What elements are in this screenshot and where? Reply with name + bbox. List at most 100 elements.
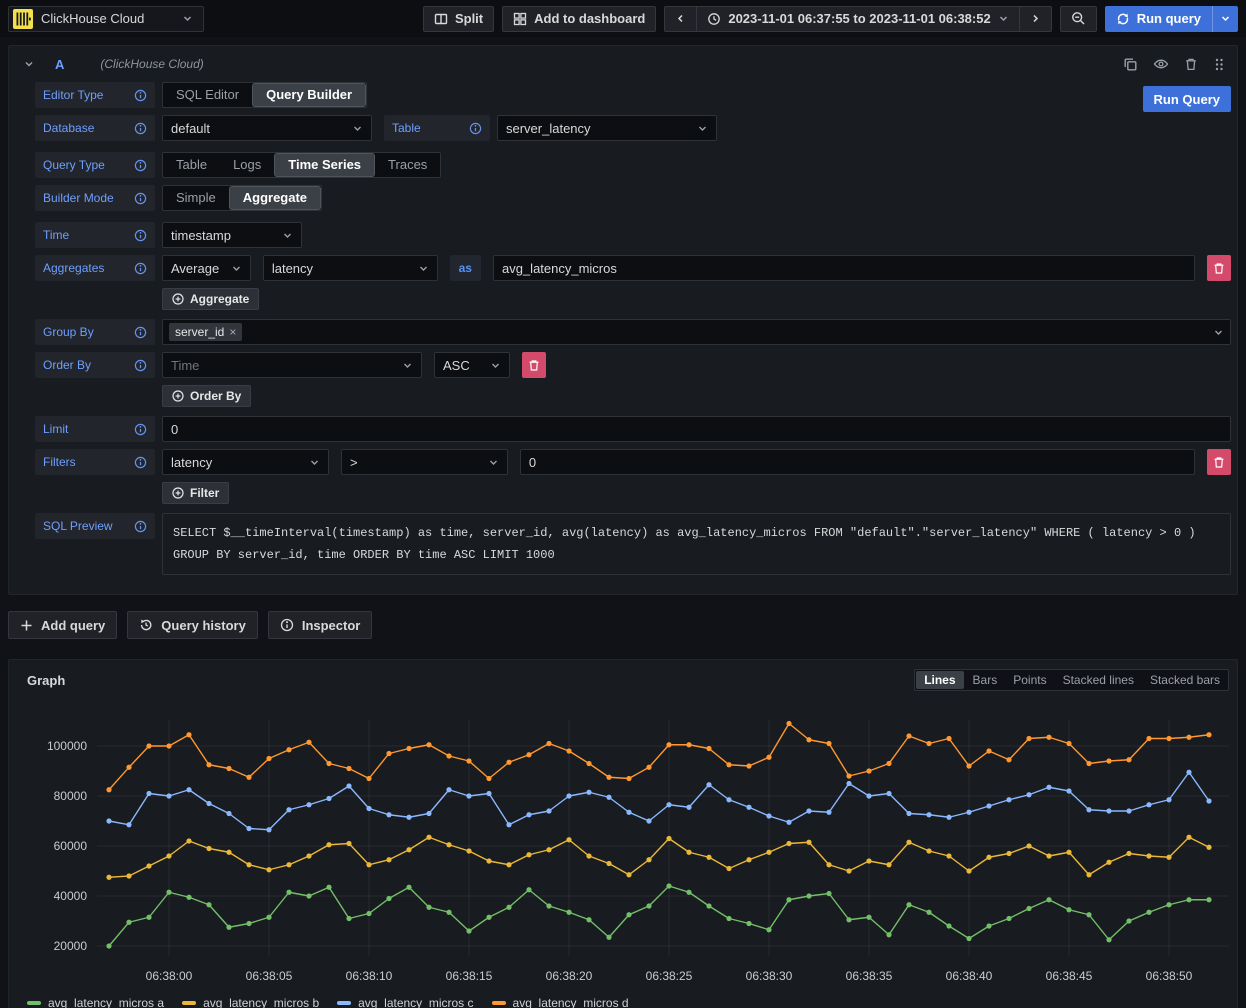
builder-mode-simple[interactable]: Simple xyxy=(163,186,229,210)
plus-circle-icon xyxy=(172,390,184,402)
aggregate-column-select[interactable]: latency xyxy=(263,255,438,281)
delete-filter-button[interactable] xyxy=(1207,449,1231,475)
run-query-label: Run query xyxy=(1137,11,1201,26)
chevron-down-icon xyxy=(282,230,293,241)
info-icon[interactable] xyxy=(134,520,147,533)
apps-icon xyxy=(513,12,527,26)
query-history-button[interactable]: Query history xyxy=(127,611,258,639)
limit-label: Limit xyxy=(35,416,155,442)
time-picker-group: 2023-11-01 06:37:55 to 2023-11-01 06:38:… xyxy=(664,6,1051,32)
database-label: Database xyxy=(35,115,155,141)
filter-operator-select[interactable]: > xyxy=(341,449,508,475)
mode-points[interactable]: Points xyxy=(1005,670,1054,690)
query-header: A (ClickHouse Cloud) xyxy=(23,46,1231,82)
drag-handle[interactable] xyxy=(1213,57,1225,72)
duplicate-query-button[interactable] xyxy=(1123,57,1138,72)
query-type-time-series[interactable]: Time Series xyxy=(275,154,374,176)
add-order-by-button[interactable]: Order By xyxy=(162,385,251,407)
order-by-field-select[interactable]: Time xyxy=(162,352,422,378)
chevron-right-icon xyxy=(1030,13,1041,24)
aggregate-function-select[interactable]: Average xyxy=(162,255,251,281)
toggle-query-visibility-button[interactable] xyxy=(1153,57,1169,71)
add-to-dashboard-button[interactable]: Add to dashboard xyxy=(502,6,656,32)
info-icon[interactable] xyxy=(134,423,147,436)
trash-icon xyxy=(528,359,540,372)
time-column-select[interactable]: timestamp xyxy=(162,222,302,248)
add-query-button[interactable]: Add query xyxy=(8,611,117,639)
group-by-row: Group By server_id × xyxy=(35,319,1231,345)
time-series-chart[interactable]: 2000040000600008000010000006:38:0006:38:… xyxy=(17,706,1239,994)
datasource-picker[interactable]: ClickHouse Cloud xyxy=(8,6,204,32)
delete-query-button[interactable] xyxy=(1184,57,1198,72)
add-aggregate-button[interactable]: Aggregate xyxy=(162,288,259,310)
datasource-name: ClickHouse Cloud xyxy=(41,11,174,26)
delete-aggregate-button[interactable] xyxy=(1207,255,1231,281)
as-keyword-badge: as xyxy=(450,255,481,281)
time-range-forward-button[interactable] xyxy=(1019,6,1052,32)
order-by-direction-select[interactable]: ASC xyxy=(434,352,510,378)
info-icon[interactable] xyxy=(134,229,147,242)
legend-item[interactable]: avg_latency_micros b xyxy=(182,996,319,1008)
query-type-logs[interactable]: Logs xyxy=(220,153,274,177)
remove-chip-icon[interactable]: × xyxy=(229,325,236,339)
legend-item[interactable]: avg_latency_micros d xyxy=(492,996,629,1008)
inspector-button[interactable]: Inspector xyxy=(268,611,373,639)
editor-type-row: Editor Type SQL Editor Query Builder xyxy=(35,82,1231,108)
info-icon[interactable] xyxy=(134,359,147,372)
info-icon[interactable] xyxy=(134,159,147,172)
editor-type-query-builder[interactable]: Query Builder xyxy=(253,84,365,106)
chevron-down-icon xyxy=(1213,327,1224,338)
builder-mode-aggregate[interactable]: Aggregate xyxy=(230,187,320,209)
mode-lines[interactable]: Lines xyxy=(916,671,963,689)
query-type-label: Query Type xyxy=(35,152,155,178)
editor-type-sql-editor[interactable]: SQL Editor xyxy=(163,83,252,107)
info-icon[interactable] xyxy=(134,89,147,102)
run-query-button[interactable]: Run query xyxy=(1105,6,1213,32)
group-by-select[interactable]: server_id × xyxy=(162,319,1231,345)
split-icon xyxy=(434,12,448,26)
add-to-dashboard-label: Add to dashboard xyxy=(534,11,645,26)
zoom-out-button[interactable] xyxy=(1060,6,1097,32)
table-select[interactable]: server_latency xyxy=(497,115,717,141)
query-type-table[interactable]: Table xyxy=(163,153,220,177)
time-label: Time xyxy=(35,222,155,248)
table-label: Table xyxy=(384,115,490,141)
svg-text:06:38:45: 06:38:45 xyxy=(1046,969,1093,983)
editor-type-toggle: SQL Editor Query Builder xyxy=(162,82,367,108)
mode-bars[interactable]: Bars xyxy=(965,670,1006,690)
mode-stacked-bars[interactable]: Stacked bars xyxy=(1142,670,1228,690)
delete-order-by-button[interactable] xyxy=(522,352,546,378)
svg-text:100000: 100000 xyxy=(47,739,87,753)
time-range-back-button[interactable] xyxy=(664,6,696,32)
query-type-traces[interactable]: Traces xyxy=(375,153,440,177)
time-range-button[interactable]: 2023-11-01 06:37:55 to 2023-11-01 06:38:… xyxy=(696,6,1018,32)
limit-input[interactable] xyxy=(162,416,1231,442)
series-c-swatch xyxy=(337,1001,351,1005)
query-type-toggle: Table Logs Time Series Traces xyxy=(162,152,441,178)
add-filter-button[interactable]: Filter xyxy=(162,482,229,504)
aggregate-alias-input[interactable] xyxy=(493,255,1195,281)
filter-field-select[interactable]: latency xyxy=(162,449,329,475)
builder-mode-row: Builder Mode Simple Aggregate xyxy=(35,185,1231,211)
mode-stacked-lines[interactable]: Stacked lines xyxy=(1055,670,1142,690)
legend-item[interactable]: avg_latency_micros c xyxy=(337,996,473,1008)
legend-item[interactable]: avg_latency_micros a xyxy=(27,996,164,1008)
collapse-chevron-icon[interactable] xyxy=(23,58,35,70)
info-icon[interactable] xyxy=(134,456,147,469)
info-icon[interactable] xyxy=(134,326,147,339)
info-icon[interactable] xyxy=(134,122,147,135)
history-icon xyxy=(139,618,153,632)
chevron-down-icon xyxy=(182,13,193,24)
eye-icon xyxy=(1153,57,1169,71)
split-button[interactable]: Split xyxy=(423,6,494,32)
zoom-out-icon xyxy=(1071,11,1086,26)
info-icon[interactable] xyxy=(134,192,147,205)
editor-run-query-button[interactable]: Run Query xyxy=(1143,86,1231,112)
info-icon[interactable] xyxy=(469,122,482,135)
database-select[interactable]: default xyxy=(162,115,372,141)
trash-icon xyxy=(1213,262,1225,275)
run-query-caret-button[interactable] xyxy=(1213,6,1238,32)
info-icon[interactable] xyxy=(134,262,147,275)
builder-mode-toggle: Simple Aggregate xyxy=(162,185,322,211)
filter-value-input[interactable] xyxy=(520,449,1195,475)
